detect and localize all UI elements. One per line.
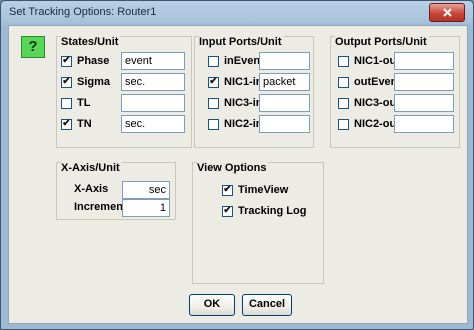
title-bar[interactable]: Set Tracking Options: Router1 (1, 1, 473, 25)
output-port-label-nic3-out: NIC3-out (354, 97, 400, 109)
state-label-tl: TL (77, 97, 91, 109)
view-options-group-title: View Options (197, 162, 269, 174)
help-button[interactable]: ? (21, 36, 45, 58)
input-port-row-inevent[interactable]: inEvent (208, 55, 264, 67)
state-row-tl[interactable]: TL (61, 97, 90, 109)
state-row-phase[interactable]: ✔ Phase (61, 55, 109, 67)
input-port-label-inevent: inEvent (224, 55, 264, 67)
output-port-label-nic1-out: NIC1-out (354, 55, 400, 67)
x-axis-field[interactable]: sec (122, 181, 170, 199)
state-label-sigma: Sigma (77, 76, 111, 88)
output-ports-group-title: Output Ports/Unit (335, 36, 429, 48)
checkmark-icon: ✔ (223, 205, 232, 216)
increment-label: Increment (74, 201, 127, 213)
output-port-checkbox-nic3-out[interactable] (338, 97, 349, 109)
input-port-unit-field-inevent[interactable] (259, 52, 310, 70)
state-row-sigma[interactable]: ✔ Sigma (61, 76, 110, 88)
input-port-label-nic1-in: NIC1-in (224, 76, 263, 88)
state-checkbox-tn[interactable]: ✔ (61, 118, 72, 130)
tracking-log-checkbox[interactable]: ✔ (222, 205, 233, 217)
state-checkbox-phase[interactable]: ✔ (61, 55, 72, 67)
output-port-unit-field-nic3-out[interactable] (394, 94, 454, 112)
state-label-phase: Phase (77, 55, 110, 67)
increment-field[interactable]: 1 (122, 199, 170, 217)
ok-button[interactable]: OK (189, 294, 235, 316)
input-port-unit-field-nic1-in[interactable]: packet (259, 73, 310, 91)
input-port-checkbox-nic3-in[interactable] (208, 97, 219, 109)
tracking-log-label: Tracking Log (238, 205, 307, 217)
checkmark-icon: ✔ (62, 118, 71, 129)
output-port-checkbox-nic2-out[interactable] (338, 118, 349, 130)
state-unit-field-tl[interactable] (121, 94, 185, 112)
input-port-unit-field-nic3-in[interactable] (259, 94, 310, 112)
input-port-checkbox-nic2-in[interactable] (208, 118, 219, 130)
checkmark-icon: ✔ (223, 184, 232, 195)
input-port-row-nic2-in[interactable]: NIC2-in (208, 118, 263, 130)
output-port-unit-field-outevent[interactable] (394, 73, 454, 91)
state-unit-field-sigma[interactable]: sec. (121, 73, 185, 91)
state-unit-field-phase[interactable]: event (121, 52, 185, 70)
input-port-label-nic3-in: NIC3-in (224, 97, 263, 109)
output-port-checkbox-outevent[interactable] (338, 76, 349, 88)
dialog-content: ? States/Unit Input Ports/Unit Output Po… (8, 25, 468, 324)
output-port-row-outevent[interactable]: outEvent (338, 76, 401, 88)
output-port-row-nic1-out[interactable]: NIC1-out (338, 55, 400, 67)
input-port-unit-field-nic2-in[interactable] (259, 115, 310, 133)
window-title: Set Tracking Options: Router1 (9, 6, 157, 18)
checkmark-icon: ✔ (62, 55, 71, 66)
timeview-label: TimeView (238, 184, 289, 196)
state-checkbox-tl[interactable] (61, 97, 72, 109)
states-group-title: States/Unit (61, 36, 121, 48)
timeview-checkbox[interactable]: ✔ (222, 184, 233, 196)
dialog-window: Set Tracking Options: Router1 ? States/U… (0, 0, 474, 330)
input-port-row-nic1-in[interactable]: ✔ NIC1-in (208, 76, 263, 88)
input-port-label-nic2-in: NIC2-in (224, 118, 263, 130)
output-port-label-nic2-out: NIC2-out (354, 118, 400, 130)
output-port-unit-field-nic2-out[interactable] (394, 115, 454, 133)
close-icon (442, 8, 452, 17)
output-port-row-nic2-out[interactable]: NIC2-out (338, 118, 400, 130)
checkmark-icon: ✔ (62, 76, 71, 87)
state-unit-field-tn[interactable]: sec. (121, 115, 185, 133)
input-port-checkbox-inevent[interactable] (208, 55, 219, 67)
output-port-row-nic3-out[interactable]: NIC3-out (338, 97, 400, 109)
input-port-checkbox-nic1-in[interactable]: ✔ (208, 76, 219, 88)
output-port-unit-field-nic1-out[interactable] (394, 52, 454, 70)
output-port-checkbox-nic1-out[interactable] (338, 55, 349, 67)
input-port-row-nic3-in[interactable]: NIC3-in (208, 97, 263, 109)
state-checkbox-sigma[interactable]: ✔ (61, 76, 72, 88)
x-axis-label: X-Axis (74, 183, 109, 195)
x-axis-group-title: X-Axis/Unit (61, 162, 122, 174)
state-row-tn[interactable]: ✔ TN (61, 118, 92, 130)
cancel-button[interactable]: Cancel (242, 294, 292, 316)
timeview-checkbox-row[interactable]: ✔ TimeView (222, 184, 288, 196)
checkmark-icon: ✔ (209, 76, 218, 87)
tracking-log-checkbox-row[interactable]: ✔ Tracking Log (222, 205, 306, 217)
state-label-tn: TN (77, 118, 92, 130)
view-options-group: View Options (192, 162, 324, 284)
input-ports-group-title: Input Ports/Unit (199, 36, 284, 48)
close-button[interactable] (429, 3, 465, 22)
